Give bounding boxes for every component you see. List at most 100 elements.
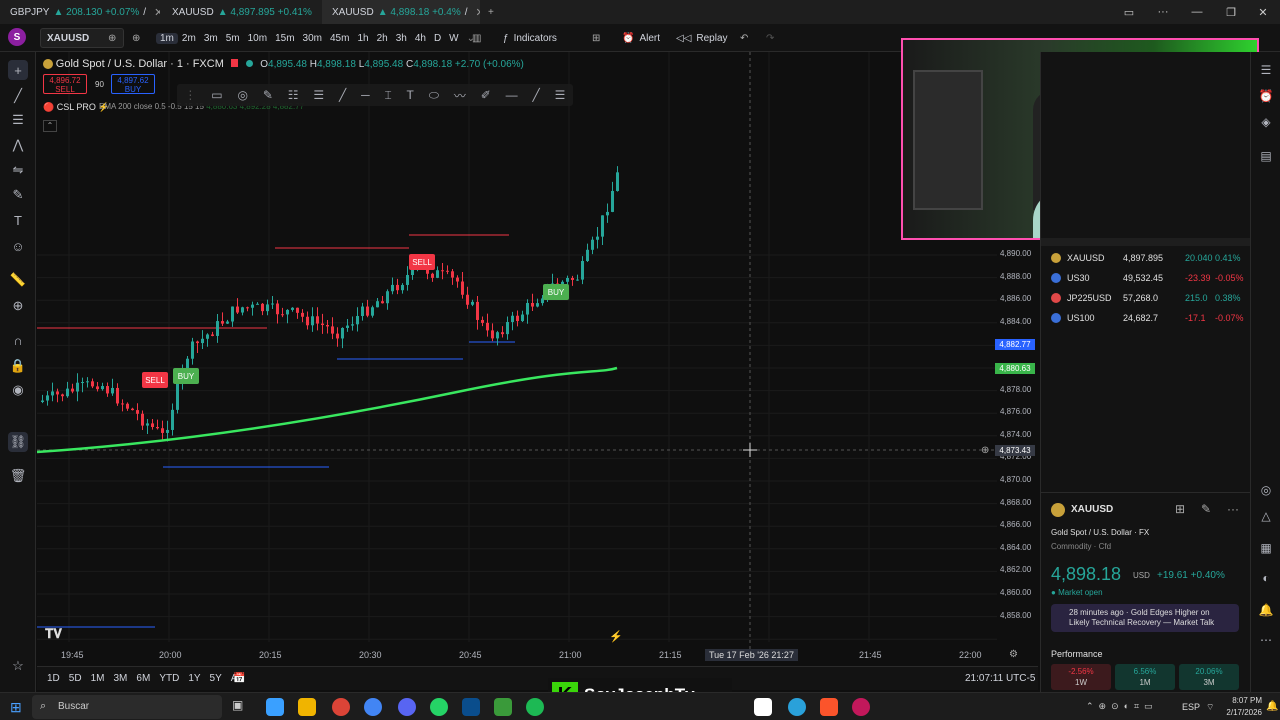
timeframe-2h[interactable]: 2h [373, 33, 392, 44]
brush-icon[interactable]: ✎ [263, 88, 273, 102]
undo-icon[interactable]: ↶ [740, 28, 748, 48]
edit-icon[interactable]: ✎ [1201, 502, 1211, 516]
taskbar-time[interactable]: 8:07 PM [1222, 696, 1262, 705]
sell-button[interactable]: 4,896.72 SELL [43, 74, 87, 94]
drag-handle-icon[interactable]: ⋮ [184, 88, 196, 102]
screen-icon[interactable]: ▭ [1112, 0, 1146, 24]
trash-icon[interactable]: 🗑 [8, 466, 28, 486]
fib-tool-icon[interactable]: ☰ [8, 110, 28, 130]
range-6M[interactable]: 6M [136, 673, 150, 684]
path-icon[interactable]: 〰 [454, 87, 466, 104]
star-icon[interactable]: ☆ [8, 656, 28, 676]
settings-gear-icon[interactable]: ⚙ [1009, 649, 1018, 660]
watchlist-icon[interactable]: ☰ [1258, 62, 1274, 78]
alerts-icon[interactable]: ⏰ [1258, 88, 1274, 104]
telegram-icon[interactable] [788, 698, 806, 716]
timeframe-W[interactable]: W [445, 33, 462, 44]
app-icon[interactable] [852, 698, 870, 716]
task-view-icon[interactable]: ▣ [232, 698, 250, 716]
line-icon[interactable]: ╱ [339, 88, 346, 102]
watchlist-row[interactable]: US100 24,682.7 -17.1 -0.07% [1041, 308, 1251, 328]
taskbar-date[interactable]: 2/17/2026 [1206, 708, 1262, 717]
brave-icon[interactable] [820, 698, 838, 716]
timeframe-15m[interactable]: 15m [271, 33, 298, 44]
magnet-tool-icon[interactable]: ∩ [8, 330, 28, 350]
compare-icon[interactable]: ⊕ [108, 28, 116, 48]
taskbar-search[interactable]: Buscar [32, 695, 222, 719]
text-tool-icon[interactable]: T [8, 210, 28, 230]
chat-icon[interactable]: ▤ [1258, 148, 1274, 164]
timeframe-5m[interactable]: 5m [222, 33, 244, 44]
parallel-channel-icon[interactable]: ☷ [288, 88, 299, 102]
chrome-profile-icon[interactable] [364, 698, 382, 716]
timeframe-1m[interactable]: 1m [156, 32, 178, 44]
minimize-icon[interactable]: — [1180, 0, 1214, 24]
rectangle-icon[interactable]: ▭ [211, 88, 222, 102]
new-tab-button[interactable]: + [482, 0, 498, 24]
fib-channel-icon[interactable]: ☰ [313, 88, 324, 102]
ruler-tool-icon[interactable]: 📏 [8, 270, 28, 290]
collapse-legend-icon[interactable]: ⌃ [43, 120, 57, 132]
range-1M[interactable]: 1M [91, 673, 105, 684]
target-icon[interactable]: ◎ [1258, 482, 1274, 498]
copilot-icon[interactable] [266, 698, 284, 716]
add-symbol-icon[interactable]: ⊕ [132, 28, 140, 48]
chrome-icon[interactable] [332, 698, 350, 716]
menu-icon[interactable]: ☰ [555, 88, 566, 102]
range-1D[interactable]: 1D [47, 673, 60, 684]
lightning-icon[interactable]: ⚡ [609, 630, 623, 643]
news-item[interactable]: 28 minutes ago · Gold Edges Higher on Li… [1051, 604, 1239, 632]
apps-icon[interactable]: ⋯ [1258, 632, 1274, 648]
indicators-button[interactable]: ƒ Indicators [503, 28, 557, 48]
file-explorer-icon[interactable] [298, 698, 316, 716]
timeframe-1h[interactable]: 1h [353, 33, 372, 44]
triangle-icon[interactable]: △ [1258, 508, 1274, 524]
highlighter-icon[interactable]: ✐ [481, 88, 491, 102]
chart-type-icon[interactable]: ▥ [472, 28, 481, 48]
zoom-tool-icon[interactable]: ⊕ [8, 296, 28, 316]
maximize-icon[interactable]: ❐ [1214, 0, 1248, 24]
timeframe-30m[interactable]: 30m [299, 33, 326, 44]
timeframe-3m[interactable]: 3m [200, 33, 222, 44]
tab-gbpjpy[interactable]: GBPJPY ▲ 208.130 +0.07% / ✕ [0, 0, 160, 24]
range-YTD[interactable]: YTD [159, 673, 179, 684]
horizontal-line-icon[interactable]: — [506, 88, 518, 102]
tradingview-taskbar-icon[interactable] [754, 698, 772, 716]
timeframe-D[interactable]: D [430, 33, 445, 44]
timeframe-4h[interactable]: 4h [411, 33, 430, 44]
discord-icon[interactable] [398, 698, 416, 716]
brush-tool-icon[interactable]: ✎ [8, 185, 28, 205]
lock-tool-icon[interactable]: 🔒 [8, 356, 28, 376]
ellipse-icon[interactable]: ⬭ [429, 88, 439, 103]
trend-line-tool-icon[interactable]: ╱ [8, 86, 28, 106]
system-tray-icons[interactable]: ⌃⊕⊙◐⌗▭ [1086, 701, 1158, 712]
range-3M[interactable]: 3M [114, 673, 128, 684]
range-5Y[interactable]: 5Y [210, 673, 222, 684]
timeframe-3h[interactable]: 3h [392, 33, 411, 44]
grid-icon[interactable]: ⊞ [1175, 502, 1185, 516]
clock-timezone[interactable]: 21:07:11 UTC-5 [965, 673, 1035, 684]
spotify-icon[interactable] [526, 698, 544, 716]
circle-icon[interactable]: ◎ [237, 88, 247, 102]
timeframe-2m[interactable]: 2m [178, 33, 200, 44]
redo-icon[interactable]: ↷ [766, 28, 774, 48]
replay-button[interactable]: ◁◁ Replay [676, 28, 728, 48]
notifications-icon[interactable]: 🔔 [1266, 701, 1278, 712]
pen-icon[interactable]: ╱ [533, 88, 540, 102]
watchlist-row[interactable]: XAUUSD 4,897.895 20.040 0.41% [1041, 248, 1251, 268]
forecast-tool-icon[interactable]: ⇋ [8, 160, 28, 180]
app-icon[interactable] [462, 698, 480, 716]
windows-start-icon[interactable]: ⊞ [10, 699, 22, 716]
text-icon[interactable]: T [407, 88, 414, 102]
watchlist-row[interactable]: US30 49,532.45 -23.39 -0.05% [1041, 268, 1251, 288]
layers-icon[interactable]: ◈ [1258, 114, 1274, 130]
range-1Y[interactable]: 1Y [188, 673, 200, 684]
calendar-icon[interactable]: ▦ [1258, 540, 1274, 556]
timeframe-10m[interactable]: 10m [244, 33, 271, 44]
performance-cell[interactable]: 20.06% 3M [1179, 664, 1239, 690]
whatsapp-icon[interactable] [430, 698, 448, 716]
templates-icon[interactable]: ⊞ [592, 28, 600, 48]
eye-tool-icon[interactable]: ◉ [8, 380, 28, 400]
more-options-icon[interactable]: ··· [1227, 502, 1239, 516]
performance-cell[interactable]: -2.56% 1W [1051, 664, 1111, 690]
